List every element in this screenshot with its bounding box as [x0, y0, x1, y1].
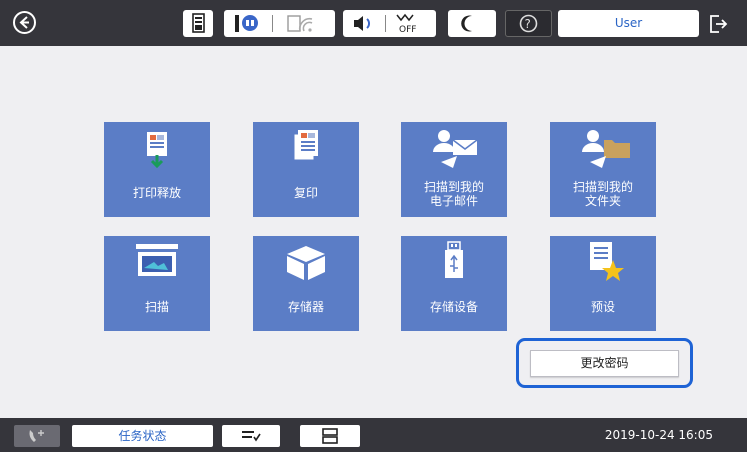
fax-button[interactable]	[14, 425, 60, 447]
tile-label: 扫描到我的电子邮件	[423, 180, 484, 208]
network-icon[interactable]	[230, 10, 270, 37]
bottom-bar: 任务状态 2019-10-24 16:05	[0, 418, 747, 452]
tile-scan-to-email[interactable]: 扫描到我的电子邮件	[401, 122, 507, 217]
job-list-icon	[242, 431, 261, 442]
tile-scan-to-folder[interactable]: 扫描到我的文件夹	[550, 122, 656, 217]
tile-label: 打印释放	[132, 186, 181, 200]
storage-box-icon	[287, 246, 325, 280]
tile-storage-device[interactable]: 存储设备	[401, 236, 507, 331]
preset-star-icon	[590, 242, 624, 281]
svg-text:OFF: OFF	[399, 25, 416, 35]
tile-label: 扫描	[144, 300, 169, 314]
tile-label: 扫描到我的文件夹	[572, 180, 633, 208]
copy-icon	[293, 130, 318, 161]
help-button[interactable]: ?	[505, 10, 552, 37]
tile-copy[interactable]: 复印	[253, 122, 359, 217]
change-password-button[interactable]: 更改密码	[530, 350, 679, 377]
print-release-icon	[147, 132, 167, 169]
printer-status-button[interactable]	[183, 10, 213, 37]
scan-to-folder-icon	[582, 130, 630, 168]
sound-eco-group: OFF	[343, 10, 436, 37]
divider	[385, 15, 386, 32]
network-status-group	[224, 10, 335, 37]
tile-preset[interactable]: 预设	[550, 236, 656, 331]
volume-icon[interactable]	[347, 10, 383, 37]
help-icon: ?	[519, 14, 538, 33]
user-name-field[interactable]: User	[558, 10, 699, 37]
svg-text:?: ?	[525, 17, 531, 31]
usb-device-icon	[445, 241, 463, 278]
stop-sequence-button[interactable]	[222, 425, 280, 447]
tile-storage[interactable]: 存储器	[253, 236, 359, 331]
tile-scan[interactable]: 扫描	[104, 236, 210, 331]
clock: 2019-10-24 16:05	[604, 428, 713, 442]
moon-icon	[461, 15, 472, 32]
power-off-icon[interactable]: OFF	[391, 10, 431, 37]
scan-icon	[136, 244, 178, 276]
tile-label: 存储器	[287, 300, 324, 314]
tile-print-release[interactable]: 打印释放	[104, 122, 210, 217]
top-bar: OFF ? User	[0, 0, 747, 46]
tile-label: 复印	[293, 186, 318, 200]
sleep-button[interactable]	[448, 10, 496, 37]
storage-icon	[322, 428, 338, 444]
job-status-button[interactable]: 任务状态	[72, 425, 213, 447]
wifi-icon[interactable]	[282, 10, 322, 37]
logout-icon[interactable]	[707, 13, 729, 35]
printer-status-icon	[192, 13, 205, 33]
tile-label: 预设	[590, 300, 615, 314]
divider	[272, 15, 273, 32]
back-icon	[19, 16, 29, 29]
back-button[interactable]	[13, 11, 36, 34]
memory-button[interactable]	[300, 425, 360, 447]
fax-phone-icon	[29, 430, 44, 442]
tile-label: 存储设备	[429, 300, 478, 314]
change-password-highlight: 更改密码	[516, 338, 693, 388]
scan-to-email-icon	[433, 130, 478, 168]
